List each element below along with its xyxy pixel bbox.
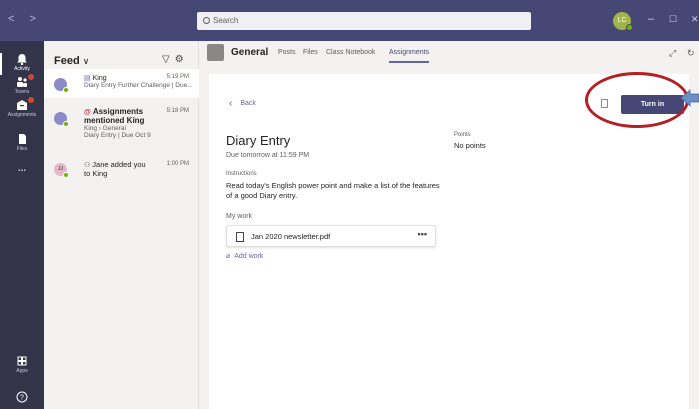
feed-item[interactable]: @ Assignments mentioned King King › Gener… [44,103,199,149]
feed-item-title-cont: to King [84,169,108,178]
rail-label-teams: Teams [14,89,30,95]
my-work-label: My work [226,213,253,220]
feed-item-subtitle: Diary Entry Further Challenge | Due... [84,82,193,89]
team-avatar [54,78,69,93]
gear-icon[interactable]: ⚙ [175,54,189,65]
assignment-title: Diary Entry [226,133,291,148]
add-work-button[interactable]: ⌀ Add work [226,252,263,260]
chevron-left-icon: ‹ [229,98,233,109]
feed-item-title: Jane added you [92,160,146,169]
feed-item-time: 5:19 PM [166,74,189,80]
rail-label-files: Files [16,146,28,152]
feed-item-title-cont: mentioned King [84,116,145,125]
back-label: Back [240,100,256,107]
pointer-arrow-icon [680,89,699,107]
notification-badge [28,97,34,103]
app-rail: Activity Teams Assignments Files ... App… [0,41,44,409]
rail-item-assignments[interactable]: Assignments [0,97,44,118]
presence-icon [63,121,69,127]
close-button[interactable]: ✕ [691,14,699,25]
feed-item-detail: Diary Entry | Due Oct 9 [84,132,151,139]
rail-item-teams[interactable]: Teams [0,74,44,95]
paperclip-icon: ⌀ [226,253,231,260]
tab-posts[interactable]: Posts [278,49,296,56]
rail-item-apps[interactable]: Apps [0,355,44,374]
back-button[interactable]: ‹ Back [229,98,256,109]
highlight-ring [585,72,689,128]
mention-icon: @ [84,109,91,116]
rail-label-apps: Apps [16,368,28,374]
bell-icon [17,54,27,65]
minimize-button[interactable]: – [648,13,654,25]
filter-icon[interactable]: ▽ [162,54,175,65]
tab-files[interactable]: Files [303,49,318,56]
more-icon: ... [17,163,27,174]
search-placeholder: Search [213,16,239,25]
presence-icon [63,172,69,178]
search-input[interactable]: Search [197,12,531,30]
feed-item-title: King [92,75,107,82]
files-icon [19,134,26,144]
team-avatar [54,112,69,127]
feed-item-subtitle: King › General [84,125,126,132]
activity-feed: Feed ∨ ▽⚙ ▤ King Diary Entry Further Chall… [44,41,199,409]
chevron-down-icon: ∨ [82,56,90,66]
feed-item[interactable]: JJ ⚇ Jane added you to King 1:00 PM [44,156,199,186]
attachment-card[interactable]: Jan 2020 newsletter.pdf ••• [226,225,436,247]
title-bar: < > Search LC – ☐ ✕ [0,0,699,41]
rail-label-activity: Activity [14,66,30,72]
presence-icon [63,87,69,93]
maximize-button[interactable]: ☐ [669,14,677,25]
channel-header: General Posts Files Class Notebook Assig… [199,41,699,66]
add-member-icon: ⚇ [84,162,91,169]
rail-item-help[interactable]: ? [0,391,44,404]
assignments-icon [17,100,27,110]
feed-item-time: 5:18 PM [166,108,189,114]
expand-icon[interactable]: ⤢ [669,48,676,59]
help-icon: ? [16,391,28,403]
points-value: No points [454,141,486,150]
rail-item-files[interactable]: Files [0,133,44,152]
svg-text:?: ? [20,395,24,402]
feed-header[interactable]: Feed ∨ [54,55,89,67]
tab-assignments[interactable]: Assignments [389,49,430,63]
feed-tools: ▽⚙ [162,54,189,65]
instructions-label: Instructions [226,171,257,177]
assignment-due: Due tomorrow at 11:59 PM [226,152,310,159]
notification-badge [28,74,34,80]
points-label: Points [454,132,471,138]
assignment-icon: ▤ [84,75,91,82]
feed-title: Feed [54,55,80,67]
pdf-file-icon [236,232,244,242]
rail-item-activity[interactable]: Activity [0,53,44,75]
avatar-initials: JJ [58,166,63,172]
refresh-icon[interactable]: ↻ [687,48,695,59]
history-nav[interactable]: < > [8,13,42,25]
rail-item-more[interactable]: ... [0,163,44,174]
attachment-filename: Jan 2020 newsletter.pdf [251,232,331,241]
user-avatar[interactable]: LC [613,12,633,31]
search-icon [203,17,210,24]
tab-class-notebook[interactable]: Class Notebook [326,49,375,56]
feed-item-time: 1:00 PM [166,161,189,167]
presence-icon [626,24,633,31]
user-avatar: JJ [54,163,69,178]
instructions-text: Read today's English power point and mak… [226,181,440,200]
rail-label-assignments: Assignments [7,112,37,118]
feed-item[interactable]: ▤ King Diary Entry Further Challenge | Du… [44,69,199,98]
feed-item-title: Assignments [92,107,144,116]
teams-icon [17,77,27,87]
user-initials: LC [617,17,627,24]
team-icon [207,44,224,61]
add-work-label: Add work [234,253,264,260]
channel-name: General [231,47,269,58]
apps-icon [17,356,27,366]
more-options-icon[interactable]: ••• [418,229,427,239]
